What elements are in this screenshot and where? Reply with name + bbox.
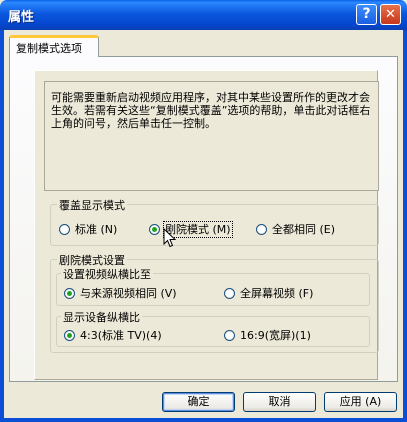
radio-fullscreen-video-dot[interactable] <box>224 288 235 299</box>
cancel-button[interactable]: 取消 <box>243 392 316 412</box>
overlay-mode-title: 覆盖显示模式 <box>57 197 127 213</box>
radio-4-3[interactable]: 4:3(标准 TV)(4) <box>64 327 162 343</box>
radio-same-as-source-label: 与来源视频相同 (V) <box>80 287 177 300</box>
radio-all-same-dot[interactable] <box>256 224 267 235</box>
apply-button[interactable]: 应用 (A) <box>324 392 397 412</box>
radio-fullscreen-video[interactable]: 全屏幕视频 (F) <box>224 285 313 301</box>
radio-theater-mode-dot[interactable] <box>149 224 160 235</box>
radio-all-same[interactable]: 全都相同 (E) <box>256 221 335 237</box>
ok-button[interactable]: 确定 <box>162 392 235 412</box>
radio-standard[interactable]: 标准 (N) <box>59 221 117 237</box>
radio-16-9-dot[interactable] <box>224 330 235 341</box>
title-bar: 属性 ? ✕ <box>0 0 407 30</box>
radio-same-as-source-dot[interactable] <box>64 288 75 299</box>
tab-label: 复制模式选项 <box>16 42 82 55</box>
mouse-cursor-icon <box>163 228 177 248</box>
radio-standard-label: 标准 (N) <box>75 223 118 236</box>
radio-fullscreen-video-label: 全屏幕视频 (F) <box>240 287 314 300</box>
info-text-box: 可能需要重新启动视频应用程序，对其中某些设置所作的更改才会生效。若需有关这些“复… <box>44 81 379 191</box>
radio-4-3-dot[interactable] <box>64 330 75 341</box>
window-frame-bottom <box>0 418 407 422</box>
close-icon[interactable]: ✕ <box>380 4 401 25</box>
radio-16-9-label: 16:9(宽屏)(1) <box>240 329 311 342</box>
radio-all-same-label: 全都相同 (E) <box>272 223 336 236</box>
window-title: 属性 <box>8 10 35 25</box>
help-icon[interactable]: ? <box>356 4 377 25</box>
device-aspect-title: 显示设备纵横比 <box>61 309 142 325</box>
radio-standard-dot[interactable] <box>59 224 70 235</box>
window-frame-right <box>403 30 407 422</box>
radio-16-9[interactable]: 16:9(宽屏)(1) <box>224 327 311 343</box>
tab-copy-mode-options[interactable]: 复制模式选项 <box>9 35 99 57</box>
radio-theater-mode[interactable]: 剧院模式 (M) <box>149 221 233 238</box>
window-frame-left <box>0 30 4 422</box>
radio-4-3-label: 4:3(标准 TV)(4) <box>80 329 162 342</box>
video-aspect-title: 设置视频纵横比至 <box>61 266 153 282</box>
radio-same-as-source[interactable]: 与来源视频相同 (V) <box>64 285 177 301</box>
